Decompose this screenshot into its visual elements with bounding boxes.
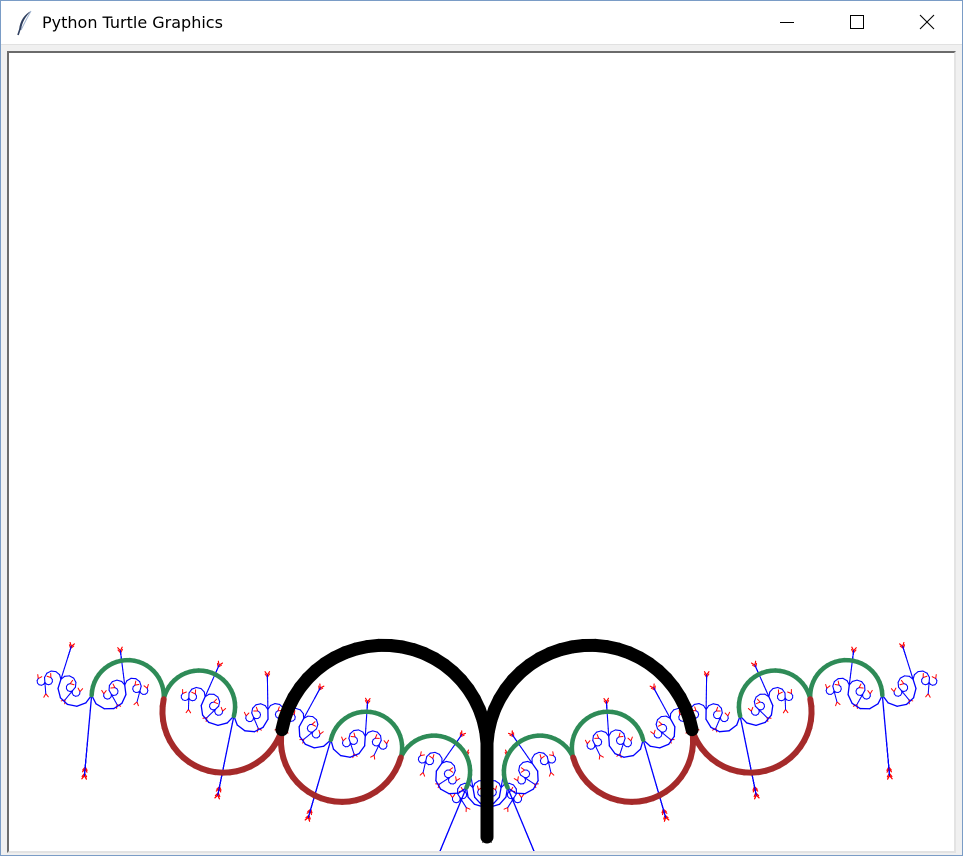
- canvas-frame: [7, 51, 956, 853]
- turtle-window: Python Turtle Graphics: [0, 0, 963, 856]
- close-icon: [919, 14, 935, 30]
- title-bar[interactable]: Python Turtle Graphics: [1, 1, 962, 45]
- maximize-button[interactable]: [822, 1, 892, 44]
- turtle-canvas[interactable]: [9, 53, 954, 851]
- feather-icon: [15, 10, 35, 36]
- close-button[interactable]: [892, 1, 962, 44]
- minimize-icon: [780, 22, 794, 23]
- window-title: Python Turtle Graphics: [42, 13, 223, 32]
- minimize-button[interactable]: [752, 1, 822, 44]
- maximize-icon: [850, 15, 864, 29]
